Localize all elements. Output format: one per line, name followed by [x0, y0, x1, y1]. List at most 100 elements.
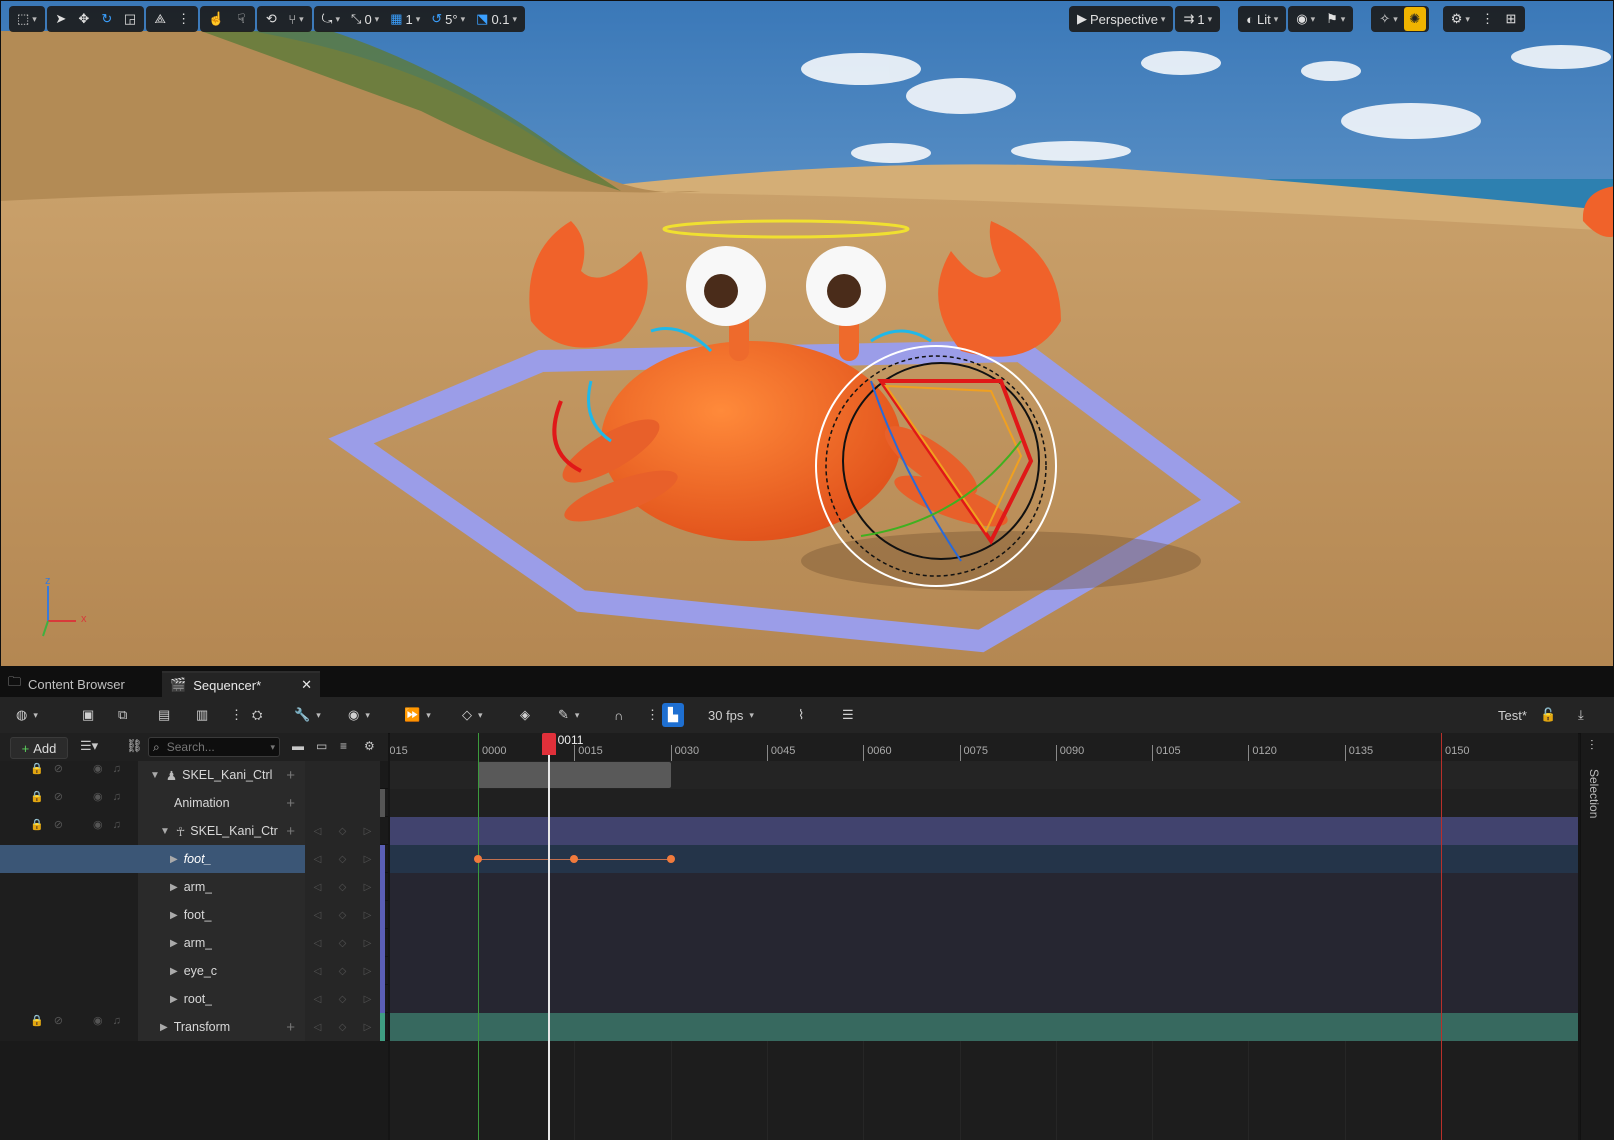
mute-icon[interactable]: ⊘ — [54, 819, 63, 831]
details-sliders-icon[interactable]: ⫶ — [1590, 737, 1594, 754]
track-visibility-toggles[interactable]: ◉ ♫ — [88, 789, 139, 817]
track-row[interactable]: ▶ foot_ ◁ ◇ ▷ — [0, 901, 388, 929]
eye-icon[interactable]: ◉ — [93, 763, 103, 775]
world-button[interactable]: ◍ ▾ — [16, 703, 38, 727]
show-flags-button[interactable]: ◉ ▾ — [1291, 7, 1320, 31]
prev-key-icon[interactable]: ◁ — [314, 1022, 322, 1033]
actions-button[interactable]: ⛭ — [252, 703, 262, 727]
tree-view-button[interactable]: ☰ — [842, 703, 854, 727]
next-key-icon[interactable]: ▷ — [364, 910, 372, 921]
cinematic-button[interactable]: ✺ — [1403, 7, 1426, 31]
drop-button[interactable]: ☟ — [230, 7, 252, 31]
toolbar-more-button[interactable]: ⋮ — [230, 703, 243, 727]
track-state-toggles[interactable] — [0, 901, 89, 929]
more-options-button[interactable]: ⋮ — [172, 7, 195, 31]
add-key-icon[interactable]: ◇ — [339, 882, 347, 893]
tools-button[interactable]: 🔧 ▾ — [294, 703, 321, 727]
settings-button[interactable]: ⚙ ▾ — [1446, 7, 1475, 31]
chevron-right-icon[interactable]: ▶ — [170, 966, 178, 977]
viewport-options-button[interactable]: ⋮ — [1476, 7, 1499, 31]
track-row[interactable]: 🔒 ⊘ ◉ ♫ ▼ ♟ SKEL_Kani_CtrlR + — [0, 761, 388, 789]
mode-select-button[interactable]: ⬚ ▾ — [12, 7, 42, 31]
local-space-button[interactable]: ⟲ — [260, 7, 282, 31]
chevron-right-icon[interactable]: ▶ — [170, 994, 178, 1005]
track-label-cell[interactable]: ▶ eye_c — [138, 957, 306, 985]
next-key-icon[interactable]: ▷ — [364, 1022, 372, 1033]
chevron-down-icon[interactable]: ▼ — [160, 826, 170, 837]
select-tool-button[interactable]: ➤ — [50, 7, 72, 31]
track-label-cell[interactable]: ▶ arm_ — [138, 929, 306, 957]
eye-icon[interactable]: ◉ — [93, 1015, 103, 1027]
add-key-icon[interactable]: ◇ — [339, 854, 347, 865]
auto-key-button[interactable]: ◈ — [520, 703, 530, 727]
search-box[interactable]: ⌕ ▾ — [148, 737, 280, 757]
selection-side-tab[interactable]: Selection — [1587, 769, 1601, 818]
chevron-right-icon[interactable]: ▶ — [170, 854, 178, 865]
render-movie-button[interactable]: ▤ — [158, 703, 170, 727]
render-button[interactable]: ⤓ — [1578, 703, 1584, 727]
track-state-toggles[interactable]: 🔒 ⊘ — [0, 817, 89, 845]
grid-snap-button[interactable]: ▦ 1 ▾ — [385, 7, 425, 31]
prev-key-icon[interactable]: ◁ — [314, 882, 322, 893]
timeline-panel[interactable]: -015 0000 0015 0030 0045 0060 0075 0090 0105 0120… — [390, 733, 1578, 1140]
unlink-button[interactable]: ⛓ — [126, 738, 143, 754]
track-state-toggles[interactable] — [0, 985, 89, 1013]
track-lane[interactable] — [390, 817, 1578, 845]
add-key-icon[interactable]: ◇ — [339, 994, 347, 1005]
playhead-handle[interactable] — [541, 733, 556, 755]
chevron-right-icon[interactable]: ▶ — [170, 882, 178, 893]
camera-speed-button[interactable]: ⇉ 1 ▾ — [1178, 7, 1217, 31]
add-key-icon[interactable]: ◇ — [339, 826, 347, 837]
track-lane[interactable] — [390, 873, 1578, 1013]
prev-key-icon[interactable]: ◁ — [314, 994, 322, 1005]
keyframe[interactable] — [666, 855, 675, 863]
save-button[interactable]: ▣ — [82, 703, 94, 727]
animation-section[interactable] — [478, 762, 671, 788]
collapse-button[interactable]: ▬ — [292, 739, 304, 753]
prev-key-icon[interactable]: ◁ — [314, 966, 322, 977]
track-visibility-toggles[interactable]: ◉ ♫ — [88, 817, 139, 845]
translate-snap-button[interactable]: ⤡ 0 ▾ — [346, 7, 384, 31]
snap-options-button[interactable]: ⋮ — [646, 703, 659, 727]
lock-icon[interactable]: 🔒 — [30, 1015, 44, 1027]
keyframe[interactable] — [474, 855, 482, 863]
mute-icon[interactable]: ⊘ — [54, 1015, 63, 1027]
track-state-toggles[interactable] — [0, 873, 89, 901]
game-view-button[interactable]: ⚑ ▾ — [1321, 7, 1350, 31]
track-label-cell[interactable]: ▶ foot_ — [138, 845, 306, 873]
track-label-cell[interactable]: ▶ foot_ — [138, 901, 306, 929]
chevron-down-icon[interactable]: ▾ — [270, 742, 275, 753]
layout-button[interactable]: ⊞ — [1500, 7, 1522, 31]
track-visibility-toggles[interactable] — [88, 873, 139, 901]
track-visibility-toggles[interactable] — [88, 929, 139, 957]
track-state-toggles[interactable] — [0, 929, 89, 957]
view-options-button[interactable]: ◉ ▾ — [348, 703, 370, 727]
track-visibility-toggles[interactable] — [88, 845, 139, 873]
eye-icon[interactable]: ◉ — [93, 791, 103, 803]
lock-icon[interactable]: 🔒 — [30, 819, 44, 831]
next-key-icon[interactable]: ▷ — [364, 826, 372, 837]
outliner-settings-button[interactable]: ⚙ — [364, 739, 375, 753]
scale-tool-button[interactable]: ◲ — [119, 7, 141, 31]
fps-dropdown[interactable]: 30 fps ▾ — [708, 703, 754, 727]
headphones-icon[interactable]: ♫ — [113, 819, 121, 831]
prev-key-icon[interactable]: ◁ — [314, 826, 322, 837]
next-key-icon[interactable]: ▷ — [364, 994, 372, 1005]
track-row[interactable]: 🔒 ⊘ ◉ ♫ Animation + — [0, 789, 388, 817]
curve-editor-button[interactable]: ⌇ — [798, 703, 804, 727]
track-row[interactable]: ▶ foot_ ◁ ◇ ▷ — [0, 845, 388, 873]
add-key-icon[interactable]: ◇ — [339, 1022, 347, 1033]
tab-content-browser[interactable]: 🗀 Content Browser — [0, 671, 160, 697]
prev-key-icon[interactable]: ◁ — [314, 938, 322, 949]
track-visibility-toggles[interactable]: ◉ ♫ — [88, 1013, 139, 1041]
track-visibility-toggles[interactable] — [88, 901, 139, 929]
track-row[interactable]: ▶ arm_ ◁ ◇ ▷ — [0, 929, 388, 957]
lock-button[interactable]: 🔓 — [1540, 703, 1556, 727]
realtime-button[interactable]: ✧ ▾ — [1374, 7, 1402, 31]
chevron-right-icon[interactable]: ▶ — [170, 910, 178, 921]
chevron-right-icon[interactable]: ▶ — [160, 1022, 168, 1033]
find-asset-button[interactable]: ⧉ — [118, 703, 127, 727]
pivot-mode-button[interactable]: ⑂ ▾ — [283, 7, 308, 31]
track-visibility-toggles[interactable]: ◉ ♫ — [88, 761, 139, 789]
track-visibility-toggles[interactable] — [88, 985, 139, 1013]
